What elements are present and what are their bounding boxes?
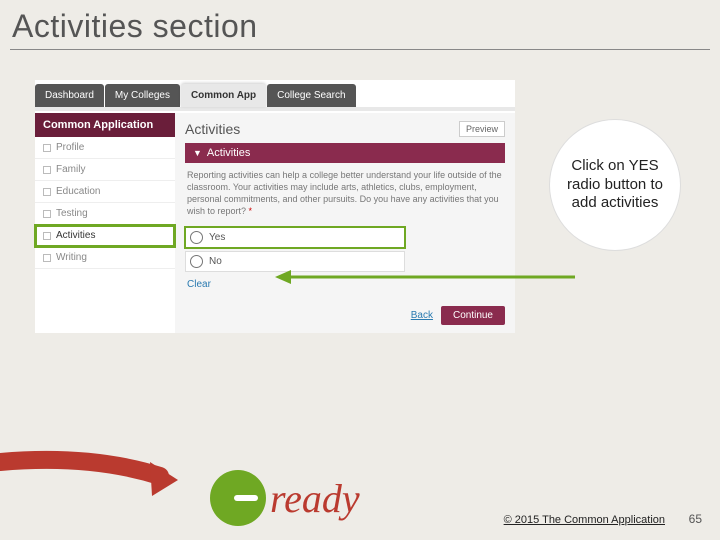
preview-button[interactable]: Preview [459,121,505,137]
required-mark: * [249,206,253,216]
logo-circle-icon [210,470,266,526]
sidebar-item-label: Family [56,164,85,175]
tab-college-search[interactable]: College Search [267,84,355,107]
checkbox-icon [43,232,51,240]
callout-text: Click on YES radio button to add activit… [566,157,664,213]
sidebar: Common Application Profile Family Educat… [35,113,175,333]
sidebar-header: Common Application [35,113,175,137]
chevron-down-icon: ▼ [193,148,202,158]
callout-bubble: Click on YES radio button to add activit… [550,120,680,250]
sidebar-item-education[interactable]: Education [35,181,175,203]
checkbox-icon [43,254,51,262]
tab-my-colleges[interactable]: My Colleges [105,84,180,107]
sidebar-item-activities[interactable]: Activities [35,225,175,247]
checkbox-icon [43,144,51,152]
logo-text: ready [270,475,360,522]
back-link[interactable]: Back [411,310,433,321]
sidebar-item-label: Writing [56,252,87,263]
green-arrow-icon [275,265,575,295]
checkbox-icon [43,166,51,174]
tab-dashboard[interactable]: Dashboard [35,84,104,107]
radio-yes-label: Yes [209,232,225,243]
sidebar-item-testing[interactable]: Testing [35,203,175,225]
radio-no-input[interactable] [190,255,203,268]
radio-no-label: No [209,256,222,267]
sidebar-item-label: Education [56,186,100,197]
ready-logo: ready [210,470,360,526]
title-divider [10,49,710,50]
page-number: 65 [689,512,702,526]
section-header-bar[interactable]: ▼ Activities [185,143,505,163]
checkbox-icon [43,188,51,196]
page-heading: Activities [185,121,240,137]
checkbox-icon [43,210,51,218]
sidebar-item-family[interactable]: Family [35,159,175,181]
sidebar-item-profile[interactable]: Profile [35,137,175,159]
radio-yes[interactable]: Yes [185,227,405,248]
sidebar-item-label: Activities [56,230,95,241]
tab-underline [35,107,515,111]
section-description: Reporting activities can help a college … [185,163,505,224]
sidebar-item-writing[interactable]: Writing [35,247,175,269]
sidebar-item-label: Testing [56,208,88,219]
copyright-text: © 2015 The Common Application [504,514,665,526]
section-header-label: Activities [207,147,250,159]
sidebar-item-label: Profile [56,142,84,153]
slide-title: Activities section [0,0,720,49]
tab-bar: Dashboard My Colleges Common App College… [35,80,515,107]
radio-yes-input[interactable] [190,231,203,244]
continue-button[interactable]: Continue [441,306,505,325]
main-panel: Activities Preview ▼ Activities Reportin… [175,113,515,333]
red-swoosh-arrow-icon [0,450,180,510]
tab-common-app[interactable]: Common App [181,84,266,107]
